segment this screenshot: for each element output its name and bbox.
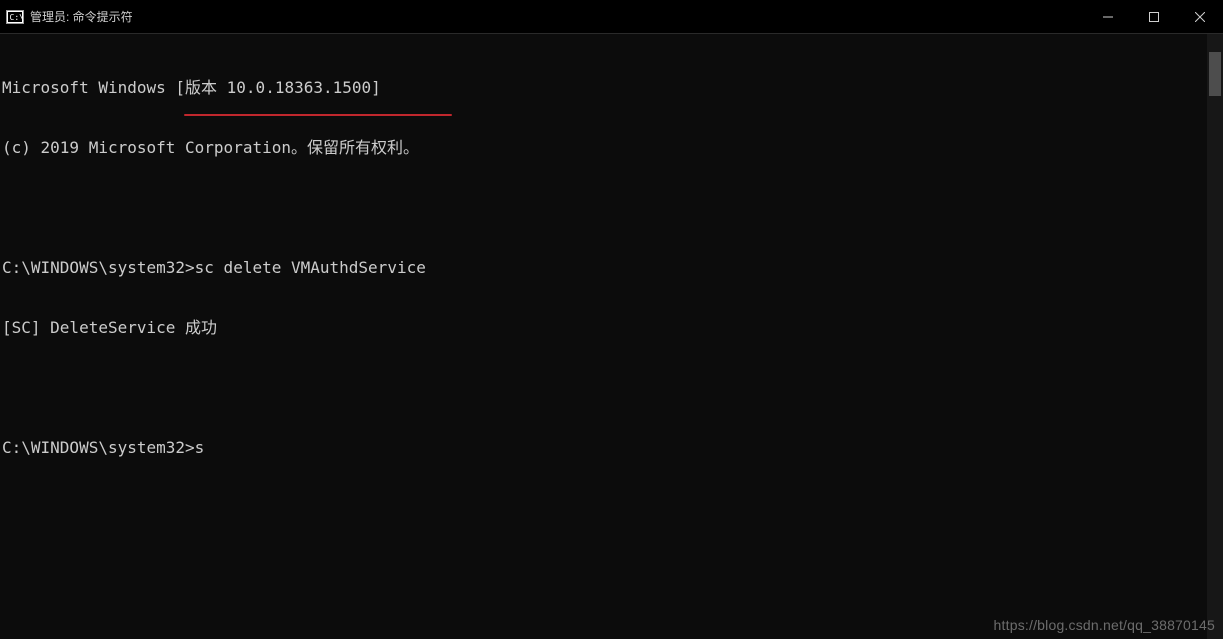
annotation-underline — [184, 114, 452, 116]
window-title: 管理员: 命令提示符 — [30, 8, 133, 25]
svg-text:C:\: C:\ — [10, 13, 25, 22]
terminal-line: C:\WINDOWS\system32>s — [2, 438, 1207, 458]
terminal-line: (c) 2019 Microsoft Corporation。保留所有权利。 — [2, 138, 1207, 158]
window-controls — [1085, 0, 1223, 33]
titlebar[interactable]: C:\ 管理员: 命令提示符 — [0, 0, 1223, 34]
vertical-scrollbar[interactable] — [1207, 34, 1223, 639]
terminal-line — [2, 198, 1207, 218]
cmd-app-icon: C:\ — [6, 9, 24, 25]
terminal-line: Microsoft Windows [版本 10.0.18363.1500] — [2, 78, 1207, 98]
minimize-button[interactable] — [1085, 0, 1131, 33]
titlebar-left: C:\ 管理员: 命令提示符 — [0, 8, 133, 25]
terminal-line — [2, 378, 1207, 398]
close-button[interactable] — [1177, 0, 1223, 33]
scrollbar-thumb[interactable] — [1209, 52, 1221, 96]
terminal-line: C:\WINDOWS\system32>sc delete VMAuthdSer… — [2, 258, 1207, 278]
maximize-button[interactable] — [1131, 0, 1177, 33]
terminal-line: [SC] DeleteService 成功 — [2, 318, 1207, 338]
watermark-text: https://blog.csdn.net/qq_38870145 — [994, 617, 1215, 633]
terminal-output[interactable]: Microsoft Windows [版本 10.0.18363.1500] (… — [0, 38, 1207, 639]
client-area: Microsoft Windows [版本 10.0.18363.1500] (… — [0, 34, 1223, 639]
